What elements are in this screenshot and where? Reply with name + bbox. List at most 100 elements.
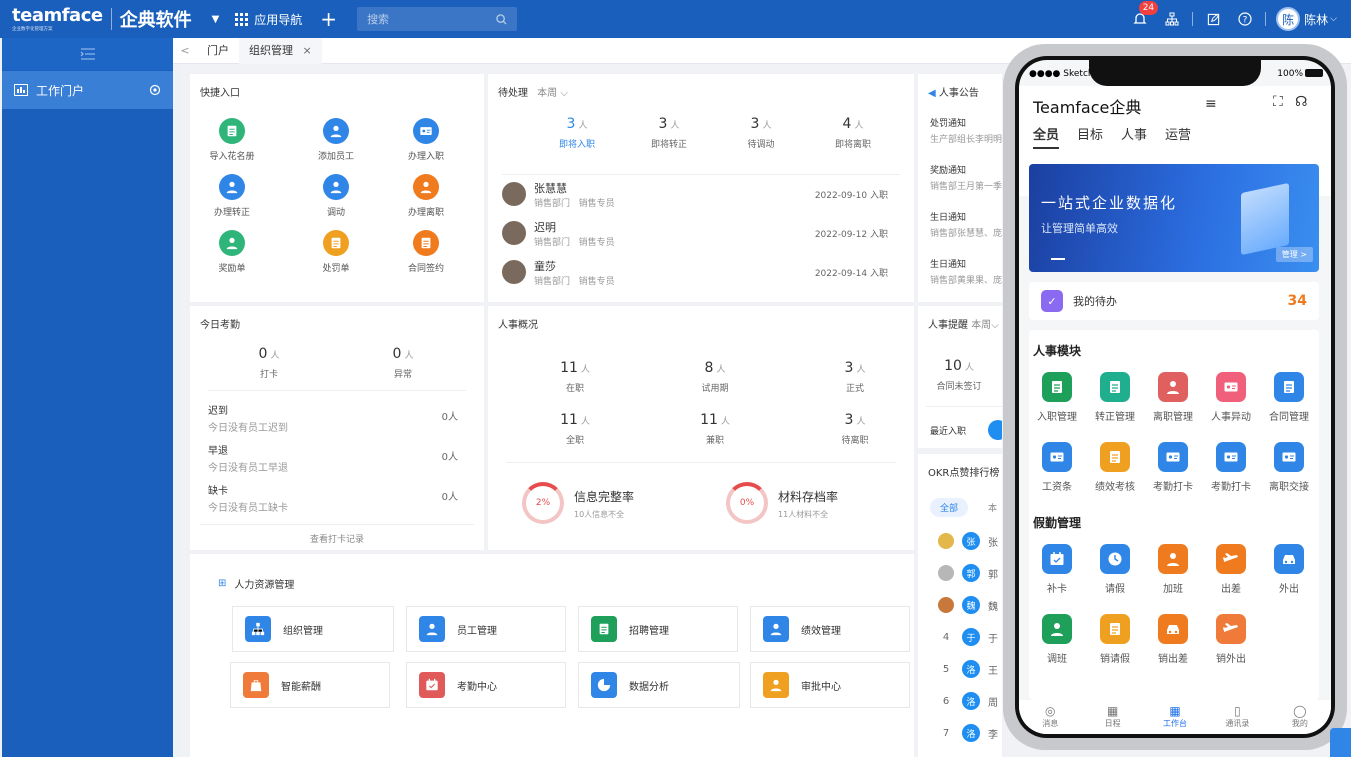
overview-stat[interactable]: 3 人正式 bbox=[810, 360, 900, 394]
quick-entry-item[interactable]: 合同签约 bbox=[396, 230, 456, 274]
banner-button[interactable]: 管理 > bbox=[1275, 247, 1313, 262]
notice-item[interactable]: 处罚通知 生产部组长李明明 bbox=[930, 116, 1002, 145]
chat-button[interactable] bbox=[1330, 728, 1351, 757]
bell-button[interactable]: 24 bbox=[1128, 1, 1159, 31]
attendance-row[interactable]: 迟到 今日没有员工迟到 0人 bbox=[208, 402, 458, 434]
sidebar-collapse-button[interactable] bbox=[2, 38, 173, 70]
phone-tabbar-item[interactable]: ◎ 消息 bbox=[1019, 700, 1081, 734]
phone-tab-goals[interactable]: 目标 bbox=[1077, 124, 1103, 149]
phone-module-item[interactable]: 销请假 bbox=[1087, 614, 1143, 665]
filter-icon[interactable]: ≡ bbox=[1205, 96, 1217, 112]
hr-module-tile[interactable]: 智能薪酬 bbox=[230, 662, 390, 708]
overview-stat[interactable]: 11 人全职 bbox=[530, 412, 620, 446]
phone-module-item[interactable]: 调班 bbox=[1029, 614, 1085, 665]
quick-entry-item[interactable]: 添加员工 bbox=[306, 118, 366, 162]
view-punch-records-link[interactable]: 查看打卡记录 bbox=[190, 532, 484, 545]
attendance-row[interactable]: 缺卡 今日没有员工缺卡 0人 bbox=[208, 482, 458, 514]
okr-filter-period[interactable]: 本 bbox=[988, 501, 997, 514]
hr-module-tile[interactable]: 招聘管理 bbox=[578, 606, 738, 652]
app-nav-button[interactable]: 应用导航 bbox=[235, 11, 302, 28]
quick-entry-item[interactable]: 奖励单 bbox=[202, 230, 262, 274]
pending-stat[interactable]: 3 人即将入职 bbox=[532, 116, 622, 150]
hr-module-tile[interactable]: 组织管理 bbox=[232, 606, 394, 652]
stat-unsigned-contract[interactable]: 10 人 合同未签订 bbox=[918, 358, 1002, 392]
period-selector[interactable]: 本周⌵ bbox=[971, 320, 999, 331]
org-chart-button[interactable] bbox=[1160, 7, 1184, 31]
pending-person-row[interactable]: 张慧慧 销售部门 销售专员 2022-09-10 入职 bbox=[502, 178, 888, 212]
pending-stat[interactable]: 4 人即将离职 bbox=[808, 116, 898, 150]
my-todo-row[interactable]: ✓ 我的待办 34 bbox=[1029, 282, 1319, 320]
edit-button[interactable] bbox=[1201, 7, 1225, 31]
okr-rank-row[interactable]: 张张 bbox=[938, 532, 998, 550]
okr-rank-row[interactable]: 5洛王 bbox=[938, 660, 998, 678]
overview-stat[interactable]: 3 人待离职 bbox=[810, 412, 900, 446]
quick-entry-item[interactable]: 办理转正 bbox=[202, 174, 262, 218]
quick-entry-item[interactable]: 办理离职 bbox=[396, 174, 456, 218]
chevron-left-icon[interactable]: < bbox=[173, 44, 197, 57]
notice-item[interactable]: 奖励通知 销售部王月第一季 bbox=[930, 163, 1002, 192]
quick-entry-item[interactable]: 办理入职 bbox=[396, 118, 456, 162]
add-icon[interactable]: + bbox=[320, 9, 337, 29]
quick-entry-item[interactable]: 处罚单 bbox=[306, 230, 366, 274]
okr-filter-all[interactable]: 全部 bbox=[930, 498, 969, 517]
avatar[interactable] bbox=[988, 420, 1002, 440]
rate-info[interactable]: 材料存档率 11人材料不全 bbox=[778, 488, 838, 520]
phone-tab-hr[interactable]: 人事 bbox=[1121, 124, 1147, 149]
search-input[interactable]: 搜索 bbox=[357, 7, 518, 31]
phone-module-item[interactable]: 补卡 bbox=[1029, 544, 1085, 595]
phone-tabbar-item[interactable]: ▦ 工作台 bbox=[1144, 700, 1206, 734]
phone-module-item[interactable]: 入职管理 bbox=[1029, 372, 1085, 423]
notice-item[interactable]: 生日通知 销售部黄果果、庞 bbox=[930, 257, 1002, 286]
phone-tabbar-item[interactable]: ◯ 我的 bbox=[1269, 700, 1331, 734]
overview-stat[interactable]: 11 人兼职 bbox=[670, 412, 760, 446]
okr-rank-row[interactable]: 魏魏 bbox=[938, 596, 998, 614]
okr-rank-row[interactable]: 7洛李 bbox=[938, 724, 998, 742]
hr-module-tile[interactable]: 绩效管理 bbox=[750, 606, 910, 652]
phone-module-item[interactable]: 合同管理 bbox=[1261, 372, 1317, 423]
tab-portal[interactable]: 门户 bbox=[197, 38, 239, 64]
phone-module-item[interactable]: 加班 bbox=[1145, 544, 1201, 595]
phone-module-item[interactable]: 工资条 bbox=[1029, 442, 1085, 493]
phone-module-item[interactable]: 外出 bbox=[1261, 544, 1317, 595]
phone-tabbar-item[interactable]: ▯ 通讯录 bbox=[1206, 700, 1268, 734]
scan-icon[interactable]: ⛶ bbox=[1273, 94, 1283, 110]
phone-tab-all[interactable]: 全员 bbox=[1033, 124, 1060, 149]
caret-down-icon[interactable]: ▼ bbox=[212, 14, 220, 25]
phone-module-item[interactable]: 绩效考核 bbox=[1087, 442, 1143, 493]
attendance-stat[interactable]: 0 人打卡 bbox=[224, 346, 314, 380]
headset-icon[interactable]: ☊ bbox=[1295, 94, 1307, 110]
promo-banner[interactable]: 一站式企业数据化 让管理简单高效 管理 > bbox=[1029, 164, 1319, 272]
phone-module-item[interactable]: 出差 bbox=[1203, 544, 1259, 595]
phone-module-item[interactable]: 离职交接 bbox=[1261, 442, 1317, 493]
overview-stat[interactable]: 8 人试用期 bbox=[670, 360, 760, 394]
okr-rank-row[interactable]: 4于于 bbox=[938, 628, 998, 646]
phone-module-item[interactable]: 转正管理 bbox=[1087, 372, 1143, 423]
hr-module-tile[interactable]: 员工管理 bbox=[406, 606, 566, 652]
rate-info[interactable]: 信息完整率 10人信息不全 bbox=[574, 488, 634, 520]
phone-module-item[interactable]: 考勤打卡 bbox=[1145, 442, 1201, 493]
logo[interactable]: teamface 企业数字化管理方案 企典软件 bbox=[12, 6, 192, 32]
phone-module-item[interactable]: 考勤打卡 bbox=[1203, 442, 1259, 493]
okr-rank-row[interactable]: 郭郭 bbox=[938, 564, 998, 582]
attendance-row[interactable]: 早退 今日没有员工早退 0人 bbox=[208, 442, 458, 474]
tab-org-management[interactable]: 组织管理 × bbox=[239, 37, 322, 64]
close-icon[interactable]: × bbox=[303, 44, 312, 57]
notice-item[interactable]: 生日通知 销售部张慧慧、庞 bbox=[930, 210, 1002, 239]
pending-person-row[interactable]: 迟明 销售部门 销售专员 2022-09-12 入职 bbox=[502, 217, 888, 251]
period-selector[interactable]: 本周 ⌵ bbox=[537, 88, 568, 99]
phone-module-item[interactable]: 离职管理 bbox=[1145, 372, 1201, 423]
overview-stat[interactable]: 11 人在职 bbox=[530, 360, 620, 394]
hr-module-tile[interactable]: 考勤中心 bbox=[406, 662, 566, 708]
phone-tab-ops[interactable]: 运营 bbox=[1165, 124, 1191, 149]
pending-stat[interactable]: 3 人即将转正 bbox=[624, 116, 714, 150]
hr-module-tile[interactable]: 数据分析 bbox=[578, 662, 740, 708]
sidebar-item-work-portal[interactable]: 工作门户 bbox=[2, 71, 173, 109]
attendance-stat[interactable]: 0 人异常 bbox=[358, 346, 448, 380]
user-menu[interactable]: 陈 陈林 ⌵ bbox=[1276, 7, 1337, 31]
phone-module-item[interactable]: 请假 bbox=[1087, 544, 1143, 595]
help-button[interactable]: ? bbox=[1233, 7, 1257, 31]
quick-entry-item[interactable]: 导入花名册 bbox=[202, 118, 262, 162]
okr-rank-row[interactable]: 6洛周 bbox=[938, 692, 998, 710]
phone-tabbar-item[interactable]: ▦ 日程 bbox=[1081, 700, 1143, 734]
pending-person-row[interactable]: 童莎 销售部门 销售专员 2022-09-14 入职 bbox=[502, 256, 888, 290]
